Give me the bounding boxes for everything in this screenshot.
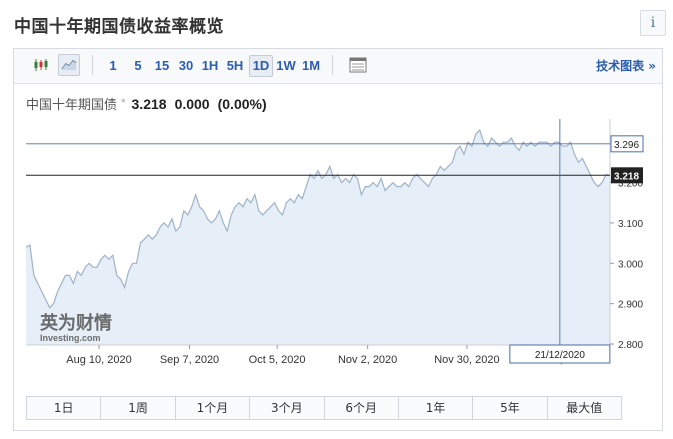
watermark-sublogo: Investing.com	[40, 333, 101, 343]
range-selector: 1日 1周 1个月 3个月 6个月 1年 5年 最大值	[26, 396, 622, 420]
chart-panel: 1 5 15 30 1H 5H 1D 1W 1M 技术图表 » 中国十年期国债 …	[13, 48, 663, 431]
range-max[interactable]: 最大值	[548, 397, 621, 419]
range-6m[interactable]: 6个月	[325, 397, 399, 419]
y-tick-label: 3.000	[618, 259, 643, 270]
y-tick-label: 3.100	[618, 219, 643, 230]
watermark-logo: 英为财情	[39, 312, 112, 334]
range-1m[interactable]: 1个月	[176, 397, 251, 419]
y-tick-label: 2.800	[618, 340, 643, 351]
x-tick-label: Nov 30, 2020	[434, 354, 499, 366]
crosshair-price-label: 3.296	[614, 140, 639, 151]
page-title: 中国十年期国债收益率概览	[14, 17, 224, 37]
crosshair-date-label: 21/12/2020	[535, 350, 585, 361]
x-tick-label: Nov 2, 2020	[338, 354, 397, 366]
info-icon[interactable]: i	[640, 10, 666, 36]
x-tick-label: Aug 10, 2020	[66, 354, 131, 366]
price-chart[interactable]: 3.2003.1003.0002.9002.800Aug 10, 2020 Sep…	[14, 49, 662, 389]
range-1w[interactable]: 1周	[101, 397, 176, 419]
x-tick-label: Oct 5, 2020	[249, 354, 306, 366]
range-5y[interactable]: 5年	[473, 397, 548, 419]
y-tick-label: 2.900	[618, 300, 643, 311]
range-1y[interactable]: 1年	[399, 397, 474, 419]
x-tick-label: Sep 7, 2020	[160, 354, 219, 366]
range-3m[interactable]: 3个月	[250, 397, 325, 419]
range-1d[interactable]: 1日	[27, 397, 102, 419]
current-price-label: 3.218	[614, 171, 639, 182]
